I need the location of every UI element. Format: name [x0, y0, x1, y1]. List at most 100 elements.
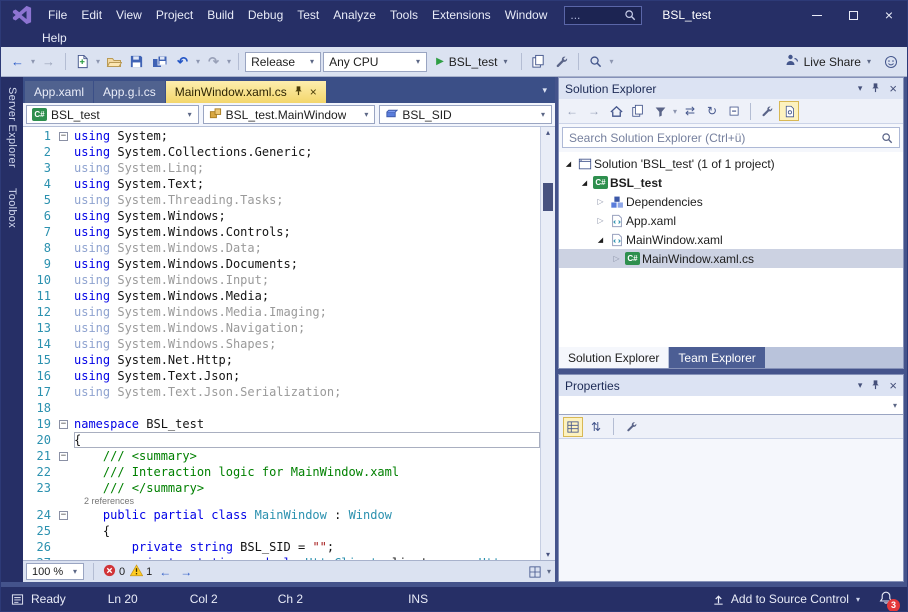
- fold-icon[interactable]: −: [59, 420, 68, 429]
- menu-help[interactable]: Help: [35, 29, 74, 47]
- zoom-combo[interactable]: 100 % ▾: [26, 563, 84, 580]
- alphabetical-button[interactable]: ⇅: [586, 417, 606, 437]
- close-panel-icon[interactable]: ×: [889, 81, 897, 96]
- window-position-dropdown-icon[interactable]: ▾: [858, 83, 863, 94]
- scrollbar-thumb[interactable]: [543, 183, 553, 211]
- menu-extensions[interactable]: Extensions: [425, 6, 498, 24]
- minimize-button[interactable]: [799, 1, 835, 29]
- tree-item-mainwindow-xaml[interactable]: ◢ MainWindow.xaml: [559, 230, 903, 249]
- toolbox-tab[interactable]: Toolbox: [6, 188, 18, 228]
- project-dropdown[interactable]: C# BSL_test ▾: [26, 105, 199, 124]
- menu-edit[interactable]: Edit: [74, 6, 109, 24]
- code-line[interactable]: 5using System.Threading.Tasks;: [23, 192, 540, 208]
- tab-app-g-i-cs[interactable]: App.g.i.cs: [94, 81, 165, 103]
- expanded-icon[interactable]: ◢: [562, 160, 575, 168]
- member-dropdown[interactable]: BSL_SID ▾: [379, 105, 552, 124]
- code-line[interactable]: 18: [23, 400, 540, 416]
- close-panel-icon[interactable]: ×: [889, 378, 897, 393]
- properties-object-dropdown[interactable]: ▾: [559, 396, 903, 415]
- status-column[interactable]: Col 2: [190, 592, 218, 606]
- collapsed-icon[interactable]: ▷: [610, 254, 623, 263]
- se-forward-button[interactable]: →: [584, 101, 604, 121]
- pin-icon[interactable]: [870, 379, 881, 393]
- code-line[interactable]: 23 /// </summary>: [23, 480, 540, 496]
- maximize-button[interactable]: [835, 1, 871, 29]
- solution-explorer-toggle-button[interactable]: [528, 51, 549, 72]
- redo-button[interactable]: ↷: [203, 51, 224, 72]
- code-line[interactable]: 21− /// <summary>: [23, 448, 540, 464]
- save-button[interactable]: [126, 51, 147, 72]
- solution-platforms-combo[interactable]: Any CPU ▾: [323, 52, 427, 72]
- filter-dropdown-icon[interactable]: ▾: [673, 107, 677, 116]
- expanded-icon[interactable]: ◢: [594, 236, 607, 244]
- code-line[interactable]: 10using System.Windows.Input;: [23, 272, 540, 288]
- next-issue-button[interactable]: →: [178, 565, 194, 579]
- status-line[interactable]: Ln 20: [108, 592, 138, 606]
- find-dropdown-icon[interactable]: ▾: [609, 57, 613, 66]
- navigate-backward-dropdown-icon[interactable]: ▾: [31, 57, 35, 66]
- editor-vertical-scrollbar[interactable]: ▴ ▾: [540, 127, 555, 560]
- code-line[interactable]: 22 /// Interaction logic for MainWindow.…: [23, 464, 540, 480]
- pin-icon[interactable]: [870, 82, 881, 96]
- tab-mainwindow-xaml-cs[interactable]: MainWindow.xaml.cs ×: [166, 81, 326, 103]
- code-line[interactable]: 7using System.Windows.Controls;: [23, 224, 540, 240]
- fold-icon[interactable]: −: [59, 452, 68, 461]
- menu-project[interactable]: Project: [149, 6, 200, 24]
- solution-explorer-header[interactable]: Solution Explorer ▾ ×: [559, 78, 903, 99]
- close-button[interactable]: ×: [871, 1, 907, 29]
- collapse-all-icon[interactable]: [724, 101, 744, 121]
- menu-view[interactable]: View: [109, 6, 149, 24]
- team-explorer-bottom-tab[interactable]: Team Explorer: [669, 347, 764, 368]
- code-line[interactable]: 19−namespace BSL_test: [23, 416, 540, 432]
- menu-file[interactable]: File: [41, 6, 74, 24]
- save-all-button[interactable]: [149, 51, 170, 72]
- pin-tab-icon[interactable]: [293, 85, 304, 99]
- menu-tools[interactable]: Tools: [383, 6, 425, 24]
- solution-explorer-search-input[interactable]: Search Solution Explorer (Ctrl+ü): [562, 127, 900, 148]
- switch-views-icon[interactable]: [628, 101, 648, 121]
- solution-explorer-bottom-tab[interactable]: Solution Explorer: [559, 347, 668, 368]
- type-dropdown[interactable]: BSL_test.MainWindow ▾: [203, 105, 376, 124]
- notifications-button[interactable]: 3: [879, 591, 893, 608]
- start-debugging-button[interactable]: ▶ BSL_test ▾: [429, 51, 515, 73]
- status-character[interactable]: Ch 2: [278, 592, 303, 606]
- menu-debug[interactable]: Debug: [241, 6, 290, 24]
- close-tab-icon[interactable]: ×: [310, 86, 317, 98]
- server-explorer-tab[interactable]: Server Explorer: [6, 87, 18, 168]
- code-line[interactable]: 8using System.Windows.Data;: [23, 240, 540, 256]
- undo-button[interactable]: ↶: [172, 51, 193, 72]
- collapsed-icon[interactable]: ▷: [594, 197, 607, 206]
- menu-build[interactable]: Build: [200, 6, 241, 24]
- code-line[interactable]: 3using System.Linq;: [23, 160, 540, 176]
- status-insert-mode[interactable]: INS: [408, 592, 428, 606]
- code-line[interactable]: 25 {: [23, 523, 540, 539]
- code-line[interactable]: 1−using System;: [23, 128, 540, 144]
- new-item-dropdown-icon[interactable]: ▾: [96, 57, 100, 66]
- menu-test[interactable]: Test: [290, 6, 326, 24]
- background-tasks-icon[interactable]: [11, 593, 24, 606]
- open-file-button[interactable]: [103, 51, 124, 72]
- code-line[interactable]: 20{: [23, 432, 540, 448]
- filter-icon[interactable]: [650, 101, 670, 121]
- code-line[interactable]: 2using System.Collections.Generic;: [23, 144, 540, 160]
- code-line[interactable]: 17using System.Text.Json.Serialization;: [23, 384, 540, 400]
- fold-icon[interactable]: −: [59, 511, 68, 520]
- code-line[interactable]: 13using System.Windows.Navigation;: [23, 320, 540, 336]
- open-documents-dropdown-icon[interactable]: ▾: [542, 85, 547, 96]
- solution-configurations-combo[interactable]: Release ▾: [245, 52, 321, 72]
- home-icon[interactable]: [606, 101, 626, 121]
- sync-with-active-document-icon[interactable]: ⇄: [680, 101, 700, 121]
- properties-tool-icon[interactable]: [757, 101, 777, 121]
- code-line[interactable]: 2 references: [23, 496, 540, 507]
- feedback-button[interactable]: [880, 51, 901, 72]
- undo-dropdown-icon[interactable]: ▾: [196, 57, 200, 66]
- error-count-indicator[interactable]: 0: [103, 564, 125, 580]
- code-editor[interactable]: 1−using System;2using System.Collections…: [23, 127, 555, 560]
- expanded-icon[interactable]: ◢: [578, 179, 591, 187]
- menu-analyze[interactable]: Analyze: [326, 6, 383, 24]
- new-project-button[interactable]: [72, 51, 93, 72]
- se-back-button[interactable]: ←: [562, 101, 582, 121]
- properties-window-button[interactable]: [551, 51, 572, 72]
- tree-item-project[interactable]: ◢ C# BSL_test: [559, 173, 903, 192]
- code-line[interactable]: 9using System.Windows.Documents;: [23, 256, 540, 272]
